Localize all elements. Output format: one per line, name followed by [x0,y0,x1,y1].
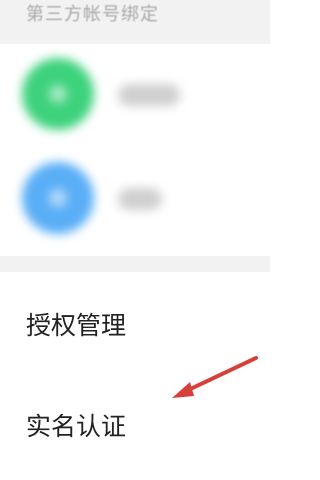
app-name-blurred [118,84,180,106]
green-app-icon [22,58,94,130]
third-party-binding-row[interactable] [0,148,270,244]
app-name-blurred [118,188,162,210]
red-arrow-annotation [172,356,258,398]
section-divider [0,256,270,272]
section-title: 第三方帐号绑定 [26,4,159,25]
account-settings-page: 第三方帐号绑定 授权管理 实名认证 [0,0,270,480]
app-glyph [49,189,67,207]
real-name-verification-label: 实名认证 [26,412,127,441]
authorization-management-item[interactable]: 授权管理 [0,294,270,354]
blue-app-icon [22,162,94,234]
authorization-management-label: 授权管理 [26,311,127,340]
third-party-section-header: 第三方帐号绑定 [0,0,270,44]
third-party-binding-row[interactable] [0,44,270,140]
app-glyph [49,85,67,103]
